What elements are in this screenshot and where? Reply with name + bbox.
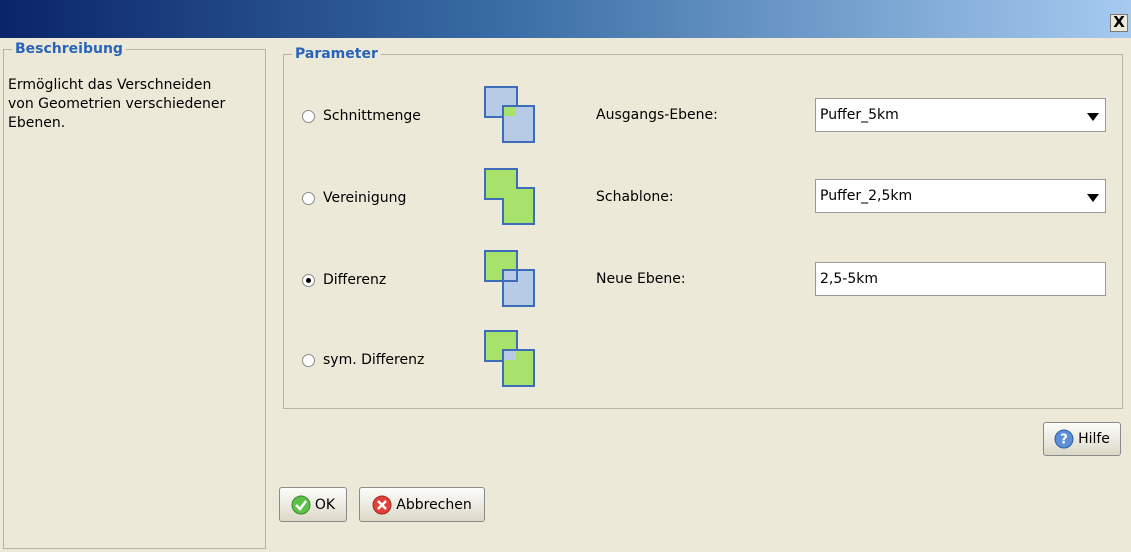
cancel-button[interactable]: Abbrechen [359, 487, 485, 522]
new-layer-input[interactable]: 2,5-5km [815, 262, 1106, 296]
check-icon [291, 495, 311, 514]
radio-sym-differenz[interactable]: sym. Differenz [302, 350, 424, 370]
radio-vereinigung[interactable]: Vereinigung [302, 188, 406, 208]
source-layer-select[interactable]: Puffer_5km [815, 98, 1106, 132]
union-icon [484, 168, 535, 225]
cancel-icon [372, 495, 392, 514]
description-line: von Geometrien verschiedener [8, 96, 226, 112]
cancel-label: Abbrechen [396, 496, 472, 513]
ok-label: OK [314, 496, 336, 513]
radio-schnittmenge[interactable]: Schnittmenge [302, 106, 421, 126]
close-button[interactable]: X [1110, 14, 1128, 32]
svg-text:?: ? [1060, 433, 1068, 448]
ok-button[interactable]: OK [279, 487, 347, 522]
radio-button[interactable] [302, 353, 315, 367]
source-layer-label: Ausgangs-Ebene: [596, 107, 718, 123]
sym-difference-icon [484, 330, 535, 387]
description-line: Ebenen. [8, 115, 66, 131]
template-layer-value: Puffer_2,5km [820, 188, 913, 204]
chevron-down-icon[interactable] [1087, 194, 1099, 202]
description-text: Ermöglicht das Verschneiden von Geometri… [8, 76, 248, 133]
radio-button[interactable] [302, 273, 315, 287]
intersection-icon [484, 86, 535, 143]
radio-label: Vereinigung [323, 190, 407, 206]
chevron-down-icon[interactable] [1087, 113, 1099, 121]
title-bar: X [0, 0, 1131, 38]
help-label: Hilfe [1078, 431, 1110, 447]
new-layer-label: Neue Ebene: [596, 271, 686, 287]
difference-icon [484, 250, 535, 307]
help-button[interactable]: ? Hilfe [1043, 422, 1121, 456]
source-layer-value: Puffer_5km [820, 107, 899, 123]
template-layer-label: Schablone: [596, 189, 674, 205]
description-line: Ermöglicht das Verschneiden [8, 77, 212, 93]
help-icon: ? [1054, 429, 1074, 449]
new-layer-value: 2,5-5km [820, 271, 878, 287]
radio-button[interactable] [302, 191, 315, 205]
parameter-legend: Parameter [292, 45, 381, 63]
radio-label: Schnittmenge [323, 108, 421, 124]
radio-label: Differenz [323, 272, 387, 288]
description-legend: Beschreibung [12, 40, 126, 58]
description-panel: Beschreibung Ermöglicht das Verschneiden… [3, 40, 266, 549]
radio-label: sym. Differenz [323, 352, 425, 368]
radio-differenz[interactable]: Differenz [302, 270, 386, 290]
template-layer-select[interactable]: Puffer_2,5km [815, 179, 1106, 213]
radio-button[interactable] [302, 109, 315, 123]
